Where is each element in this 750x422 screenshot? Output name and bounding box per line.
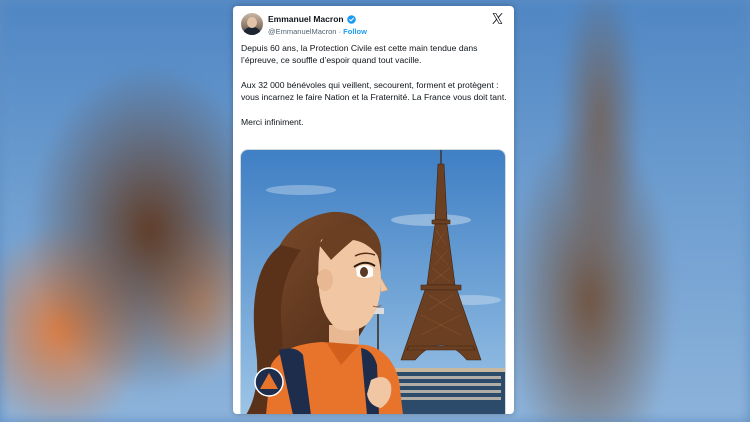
stadium-rim: [381, 368, 505, 372]
tweet-paragraph-3: Merci infiniment.: [241, 116, 304, 127]
eye-iris: [360, 267, 368, 277]
tweet-media-image[interactable]: [240, 149, 506, 414]
cloud: [391, 214, 471, 226]
tweet-header: Emmanuel Macron @EmmanuelMacron · Follow: [233, 6, 514, 42]
avatar-suit: [243, 27, 261, 35]
author-name[interactable]: Emmanuel Macron: [268, 14, 344, 24]
verified-badge-icon: [346, 14, 356, 24]
cloud: [266, 185, 336, 195]
follow-button[interactable]: Follow: [343, 27, 367, 36]
tweet-card: Emmanuel Macron @EmmanuelMacron · Follow…: [233, 6, 514, 414]
x-logo-icon[interactable]: [491, 12, 504, 25]
handle-row: @EmmanuelMacron · Follow: [268, 27, 367, 36]
author-handle[interactable]: @EmmanuelMacron: [268, 27, 336, 36]
tweet-text: Depuis 60 ans, la Protection Civile est …: [241, 42, 509, 140]
separator-dot: ·: [338, 27, 342, 36]
ear: [317, 269, 333, 291]
tweet-paragraph-1: Depuis 60 ans, la Protection Civile est …: [241, 43, 478, 66]
illustration-image: [241, 150, 505, 414]
avatar-head: [247, 17, 257, 28]
author-row: Emmanuel Macron: [268, 14, 356, 24]
tweet-paragraph-2: Aux 32 000 bénévoles qui veillent, secou…: [241, 79, 507, 103]
avatar[interactable]: [241, 13, 263, 35]
